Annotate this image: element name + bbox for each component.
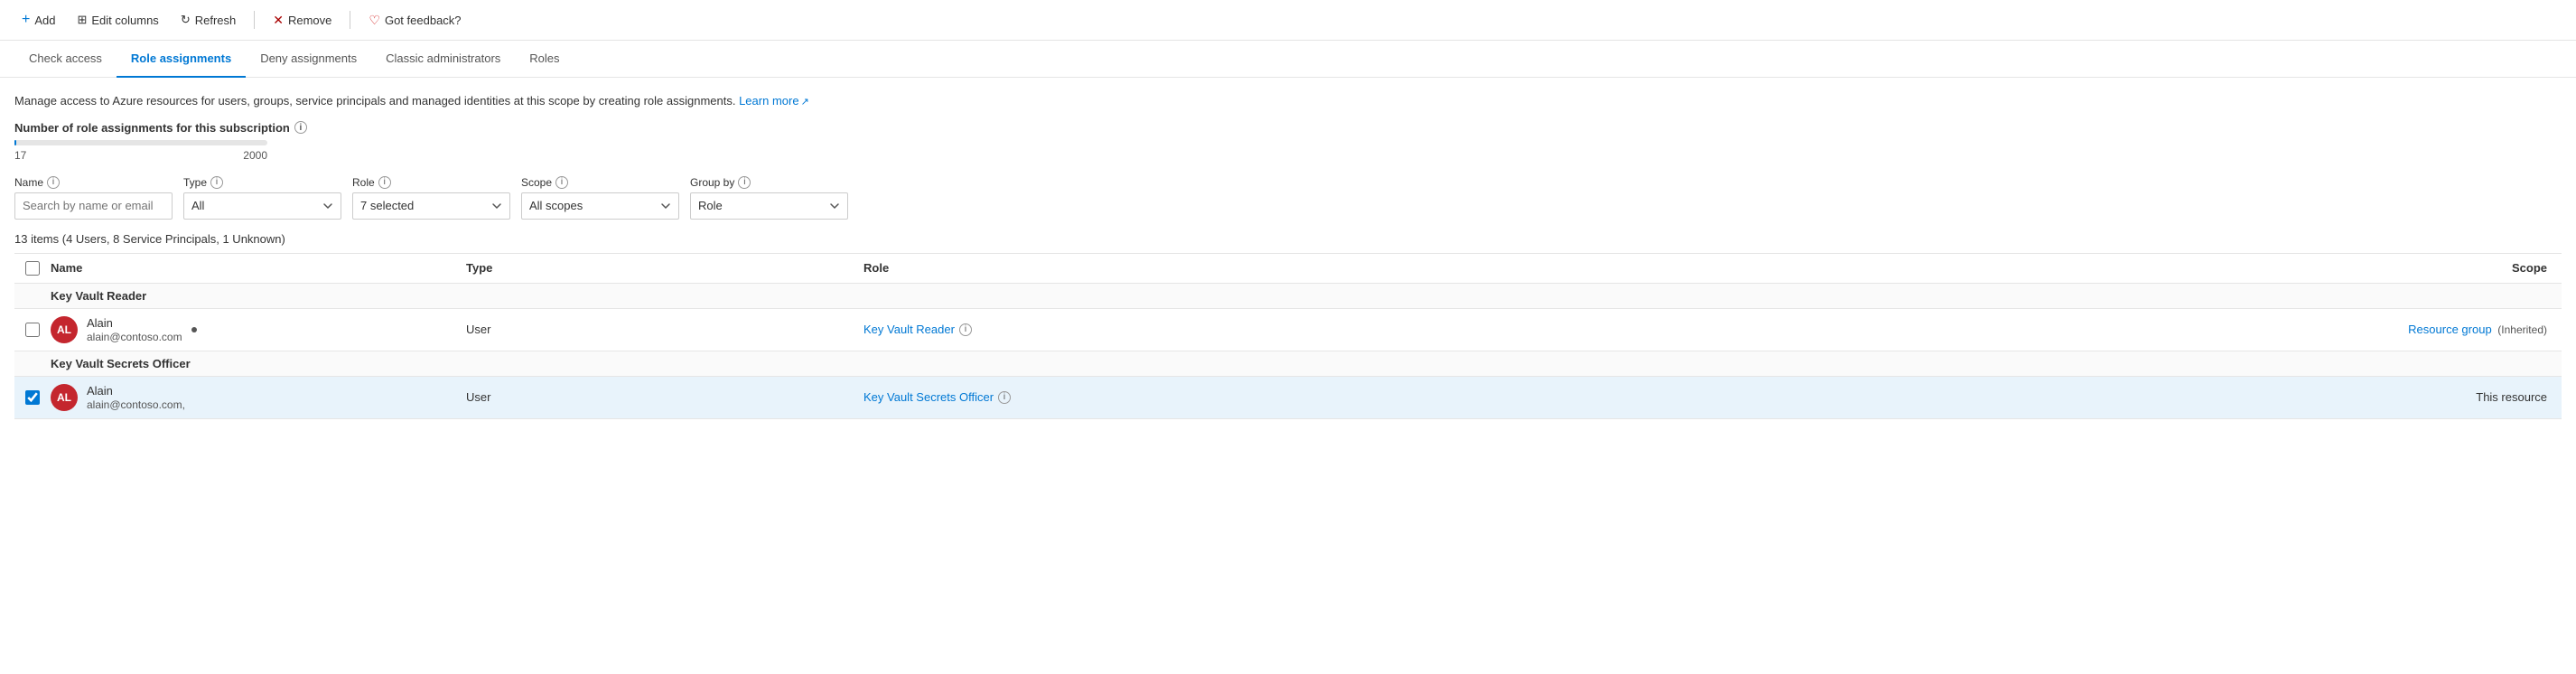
row-checkbox-alain-reader[interactable] [25, 323, 40, 337]
avatar: AL [51, 316, 78, 343]
header-name: Name [51, 261, 466, 275]
external-link-icon: ↗ [801, 95, 809, 110]
row-checkbox-alain-officer[interactable] [25, 390, 40, 405]
filter-scope-group: Scope i All scopes This resource Resourc… [521, 176, 679, 220]
type-select[interactable]: All User Group Service Principal Managed… [183, 192, 341, 220]
row-scope-cell: Resource group (Inherited) [2381, 323, 2562, 336]
tab-deny-assignments[interactable]: Deny assignments [246, 41, 371, 78]
remove-icon: ✕ [273, 13, 284, 28]
row-scope-cell: This resource [2381, 390, 2562, 404]
search-input[interactable] [14, 192, 173, 220]
role-info-icon[interactable]: i [998, 391, 1011, 404]
tab-roles[interactable]: Roles [515, 41, 574, 78]
filter-type-label: Type i [183, 176, 341, 189]
feedback-icon: ♡ [369, 13, 380, 28]
tab-check-access[interactable]: Check access [14, 41, 117, 78]
row-type-cell: User [466, 323, 863, 336]
learn-more-link[interactable]: Learn more↗ [739, 94, 809, 108]
scope-resource-group-link[interactable]: Resource group [2408, 323, 2492, 336]
quota-progress-bar [14, 140, 267, 145]
quota-section: Number of role assignments for this subs… [14, 121, 2562, 162]
edit-columns-label: Edit columns [91, 14, 158, 27]
filter-role-group: Role i 7 selected [352, 176, 510, 220]
header-type: Type [466, 261, 863, 275]
quota-progress-fill [14, 140, 16, 145]
group-by-select[interactable]: Role Type Scope None [690, 192, 848, 220]
scope-info-icon[interactable]: i [555, 176, 568, 189]
scope-this-resource-text: This resource [2476, 390, 2547, 404]
role-select[interactable]: 7 selected [352, 192, 510, 220]
filter-type-group: Type i All User Group Service Principal … [183, 176, 341, 220]
add-button[interactable]: + Add [14, 7, 62, 33]
remove-label: Remove [288, 14, 331, 27]
tabs-bar: Check access Role assignments Deny assig… [0, 41, 2576, 78]
row-name-cell: AL Alain alain@contoso.com, [51, 384, 466, 411]
filters-bar: Name i Type i All User Group Service Pri… [14, 176, 2562, 220]
avatar: AL [51, 384, 78, 411]
edit-columns-button[interactable]: ⊞ Edit columns [70, 8, 165, 32]
quota-label: Number of role assignments for this subs… [14, 121, 2562, 135]
table-row: AL Alain alain@contoso.com User Key Vaul… [14, 309, 2562, 351]
name-info: Alain alain@contoso.com [87, 316, 182, 343]
scope-inherited-text: (Inherited) [2497, 323, 2547, 336]
type-info-icon[interactable]: i [210, 176, 223, 189]
refresh-label: Refresh [195, 14, 237, 27]
filter-scope-label: Scope i [521, 176, 679, 189]
role-info-icon[interactable]: i [378, 176, 391, 189]
refresh-icon: ↻ [181, 13, 191, 27]
row-role-cell: Key Vault Secrets Officer i [863, 390, 2381, 404]
header-scope: Scope [2381, 261, 2562, 275]
table-row: AL Alain alain@contoso.com, User Key Vau… [14, 377, 2562, 419]
edit-columns-icon: ⊞ [77, 13, 87, 27]
feedback-button[interactable]: ♡ Got feedback? [361, 8, 468, 33]
quota-numbers: 17 2000 [14, 149, 267, 162]
items-count: 13 items (4 Users, 8 Service Principals,… [14, 232, 2562, 246]
feedback-label: Got feedback? [385, 14, 462, 27]
select-all-checkbox[interactable] [25, 261, 40, 276]
name-info-icon[interactable]: i [47, 176, 60, 189]
separator-1 [254, 11, 255, 29]
scope-select[interactable]: All scopes This resource Resource group … [521, 192, 679, 220]
tab-role-assignments[interactable]: Role assignments [117, 41, 246, 78]
row-checkbox-cell [14, 323, 51, 337]
row-checkbox-cell [14, 390, 51, 405]
display-name: Alain [87, 316, 182, 330]
remove-button[interactable]: ✕ Remove [266, 8, 339, 33]
filter-name-label: Name i [14, 176, 173, 189]
dot-indicator [191, 327, 197, 332]
role-link[interactable]: Key Vault Reader i [863, 323, 2381, 336]
quota-current: 17 [14, 149, 26, 162]
refresh-button[interactable]: ↻ Refresh [173, 8, 243, 32]
filter-group-by-label: Group by i [690, 176, 848, 189]
header-role: Role [863, 261, 2381, 275]
toolbar: + Add ⊞ Edit columns ↻ Refresh ✕ Remove … [0, 0, 2576, 41]
email-text: alain@contoso.com, [87, 398, 185, 411]
row-name-cell: AL Alain alain@contoso.com [51, 316, 466, 343]
data-table: Name Type Role Scope Key Vault Reader AL… [14, 253, 2562, 419]
description-text: Manage access to Azure resources for use… [14, 92, 2562, 110]
quota-info-icon[interactable]: i [294, 121, 307, 134]
role-info-icon[interactable]: i [959, 323, 972, 336]
tab-classic-administrators[interactable]: Classic administrators [371, 41, 515, 78]
name-info: Alain alain@contoso.com, [87, 384, 185, 411]
filter-name-group: Name i [14, 176, 173, 220]
main-content: Manage access to Azure resources for use… [0, 78, 2576, 434]
header-checkbox-cell [14, 261, 51, 276]
filter-group-by-group: Group by i Role Type Scope None [690, 176, 848, 220]
table-header-row: Name Type Role Scope [14, 254, 2562, 284]
group-header-key-vault-secrets-officer: Key Vault Secrets Officer [14, 351, 2562, 377]
add-icon: + [22, 12, 30, 28]
add-label: Add [34, 14, 55, 27]
display-name: Alain [87, 384, 185, 398]
filter-role-label: Role i [352, 176, 510, 189]
row-type-cell: User [466, 390, 863, 404]
email-text: alain@contoso.com [87, 331, 182, 343]
row-role-cell: Key Vault Reader i [863, 323, 2381, 336]
quota-max: 2000 [243, 149, 267, 162]
group-header-key-vault-reader: Key Vault Reader [14, 284, 2562, 309]
group-by-info-icon[interactable]: i [738, 176, 751, 189]
role-link[interactable]: Key Vault Secrets Officer i [863, 390, 2381, 404]
